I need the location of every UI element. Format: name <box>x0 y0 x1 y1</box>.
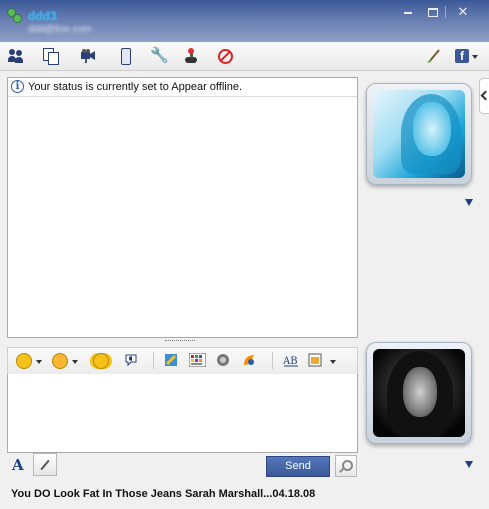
emoticon-button[interactable] <box>16 352 44 369</box>
toolbar-divider <box>153 352 154 369</box>
send-file-button[interactable] <box>308 352 338 368</box>
search-button[interactable] <box>335 455 357 477</box>
spell-check-icon: AB <box>283 356 298 367</box>
chevron-down-icon <box>36 360 42 364</box>
wink-icon <box>52 353 68 369</box>
video-call-icon[interactable] <box>80 48 96 64</box>
ink-icon <box>165 354 177 366</box>
emoticon-icon <box>16 353 32 369</box>
minimize-icon <box>404 11 412 14</box>
messenger-logo-icon <box>7 8 23 24</box>
activities-icon[interactable]: 🔧 <box>150 48 169 64</box>
status-notice: i Your status is currently set to Appear… <box>8 78 357 97</box>
winks-icon <box>244 355 254 365</box>
title-bar: ddd3 ddd@live.com ✕ <box>0 0 489 42</box>
window-controls-divider <box>445 6 446 18</box>
send-file-icon <box>308 353 322 367</box>
background-button[interactable] <box>189 352 207 368</box>
font-icon[interactable]: A <box>12 456 24 474</box>
games-button[interactable] <box>216 352 234 368</box>
nudge-button[interactable] <box>91 352 111 369</box>
games-icon[interactable] <box>183 48 199 64</box>
voice-clip-icon <box>125 354 137 367</box>
toolbar-divider <box>272 352 273 369</box>
pane-splitter[interactable] <box>165 340 195 344</box>
chevron-down-icon[interactable] <box>465 461 473 468</box>
contact-name: ddd3 <box>28 9 57 23</box>
collapse-sidebar-button[interactable] <box>479 78 489 114</box>
facebook-icon[interactable]: f <box>455 49 469 63</box>
handwriting-button[interactable] <box>33 453 57 476</box>
voice-clip-button[interactable] <box>124 352 142 368</box>
block-icon[interactable] <box>217 48 233 64</box>
compose-toolbar: AB <box>7 347 358 375</box>
chevron-down-icon <box>72 360 78 364</box>
close-icon: ✕ <box>457 4 469 19</box>
contact-avatar[interactable] <box>366 83 472 185</box>
chevron-down-icon <box>330 360 336 364</box>
svg-text:AB: AB <box>283 356 298 367</box>
minimize-button[interactable] <box>397 4 419 20</box>
spell-check-button[interactable]: AB <box>283 352 301 368</box>
compose-bottom-bar: A Send <box>7 453 357 477</box>
pen-icon <box>40 459 50 471</box>
contact-email: ddd@live.com <box>28 24 92 35</box>
main-toolbar: 🔧 f <box>0 42 489 71</box>
nudge-icon <box>93 353 109 369</box>
winks-button[interactable] <box>242 352 260 368</box>
contact-display-picture <box>373 90 465 178</box>
phone-icon[interactable] <box>117 48 133 65</box>
user-avatar[interactable] <box>366 342 472 444</box>
games-icon <box>217 354 229 366</box>
ink-button[interactable] <box>164 352 180 368</box>
background-icon <box>189 353 206 367</box>
chevron-down-icon[interactable] <box>465 199 473 206</box>
contacts-icon[interactable] <box>8 48 24 64</box>
wink-button[interactable] <box>52 352 80 369</box>
user-display-picture <box>373 349 465 437</box>
maximize-icon <box>428 8 438 18</box>
chevron-down-icon[interactable] <box>472 55 478 59</box>
message-input[interactable] <box>7 374 358 453</box>
close-button[interactable]: ✕ <box>452 4 474 20</box>
maximize-button[interactable] <box>422 4 444 20</box>
chevron-left-icon <box>480 90 489 101</box>
status-message: Your status is currently set to Appear o… <box>28 81 243 93</box>
theme-brush-icon[interactable] <box>426 48 442 64</box>
send-button[interactable]: Send <box>266 456 330 477</box>
info-icon: i <box>11 80 24 93</box>
personal-message: You DO Look Fat In Those Jeans Sarah Mar… <box>11 488 316 500</box>
conversation-history[interactable]: i Your status is currently set to Appear… <box>7 77 358 338</box>
share-files-icon[interactable] <box>43 48 59 65</box>
